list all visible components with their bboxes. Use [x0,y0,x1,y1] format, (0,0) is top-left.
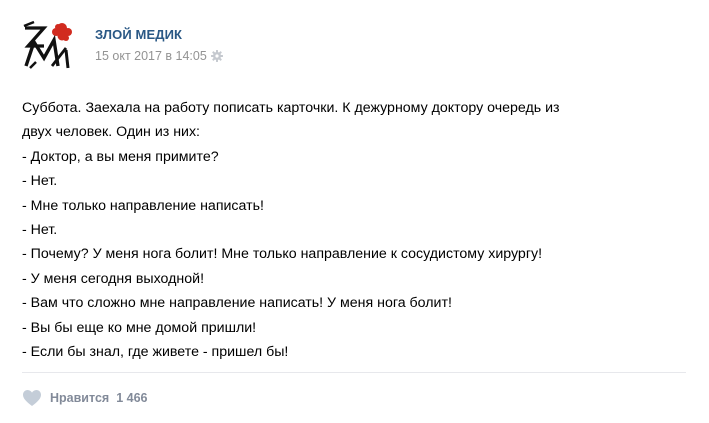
post-text-line: - Доктор, а вы меня примите? [22,148,219,165]
post-text-line: - Вам что сложно мне направление написат… [22,295,452,312]
post-text-line: Суббота. Заехала на работу пописать карт… [22,100,560,116]
like-button[interactable]: Нравится 1 466 [22,387,147,409]
post-text-line: двух человек. Один из них: [22,124,201,141]
post-text-line: - У меня сегодня выходной! [22,270,205,287]
zm-logo-icon [23,20,72,69]
divider [22,372,686,373]
avatar[interactable] [22,18,74,70]
post-text-line: - Нет. [22,173,58,190]
post-text-line: - Вы бы еще ко мне домой пришли! [22,319,257,336]
post-text-line: - Если бы знал, где живете - пришел бы! [22,344,289,361]
like-count: 1 466 [116,391,148,405]
post-text-line: - Мне только направление написать! [22,197,264,214]
like-label: Нравится [50,391,110,405]
gear-icon[interactable] [210,50,223,62]
post-text: Суббота. Заехала на работу пописать карт… [22,96,692,364]
post-text-line: - Нет. [22,222,58,239]
heart-icon [23,390,41,406]
author-name[interactable]: ЗЛОЙ МЕДИК [95,27,182,42]
post: ЗЛОЙ МЕДИК 15 окт 2017 в 14:05 Суббота. … [0,0,709,423]
post-text-line: - Почему? У меня нога болит! Мне только … [22,246,543,263]
post-date[interactable]: 15 окт 2017 в 14:05 [95,49,207,63]
post-meta: 15 окт 2017 в 14:05 [95,49,223,63]
